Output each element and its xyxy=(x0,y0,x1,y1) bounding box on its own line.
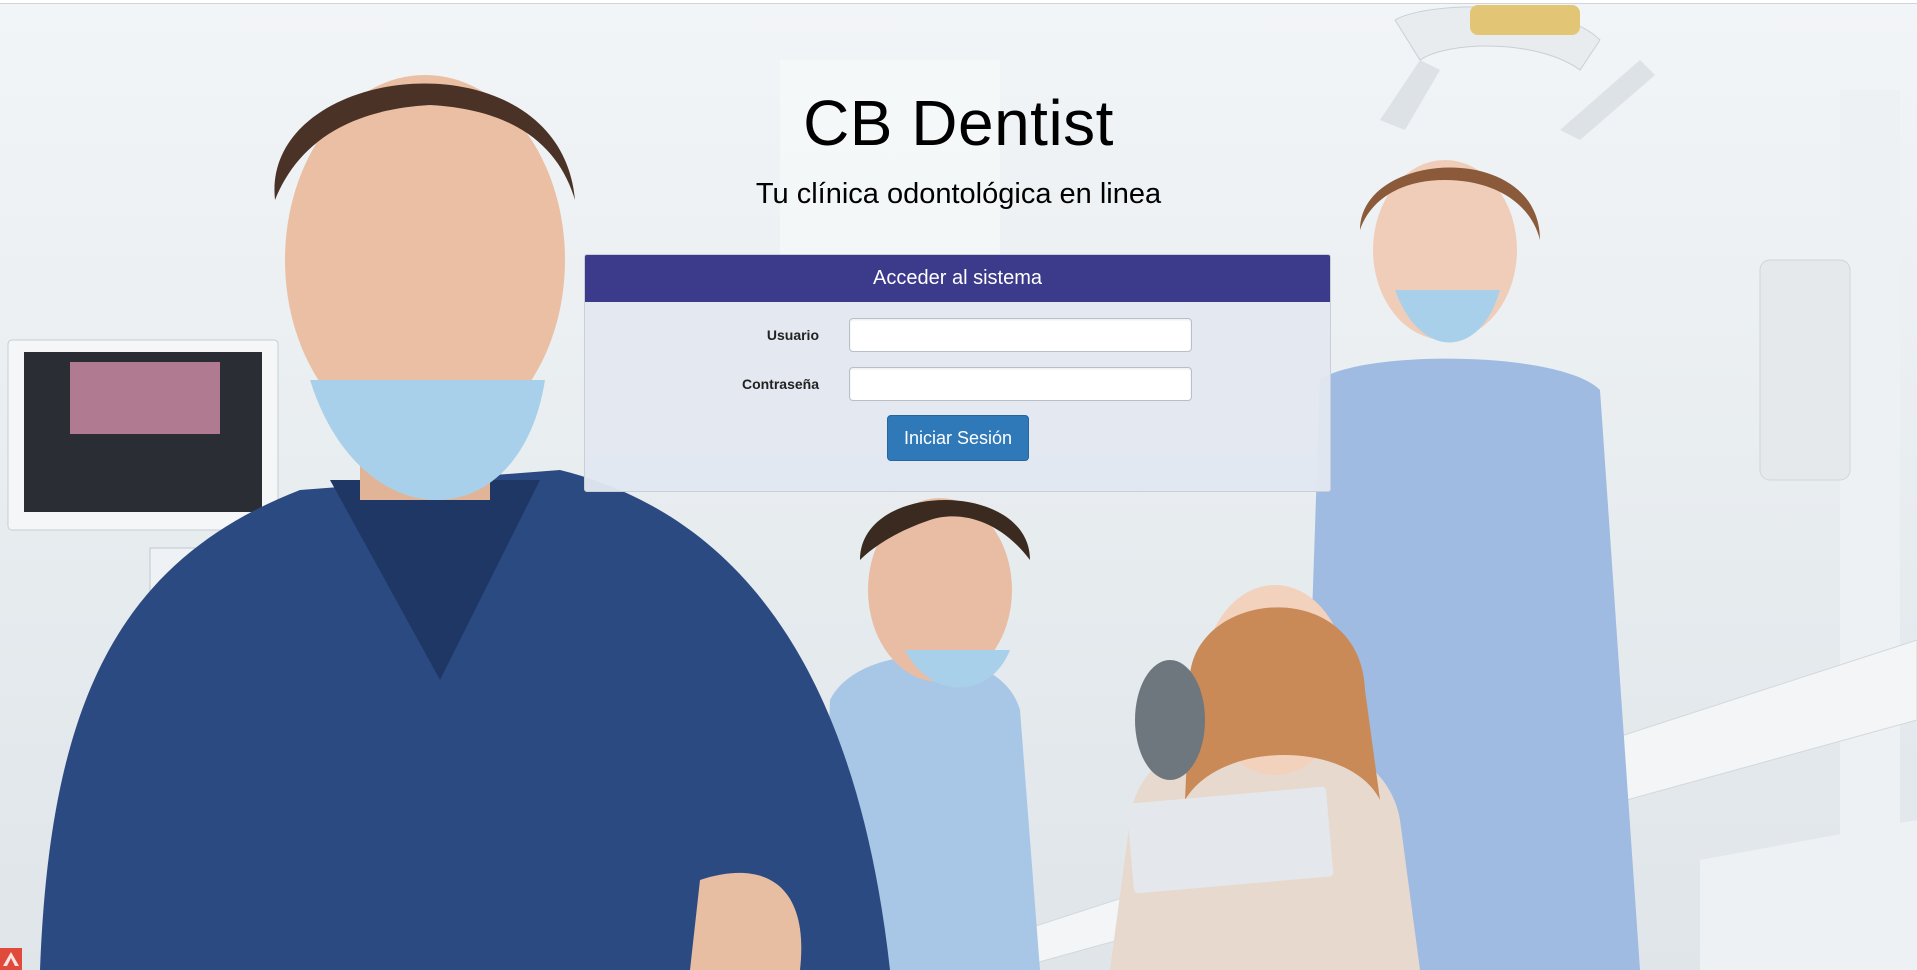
app-logo-icon xyxy=(0,948,22,970)
page-title: CB Dentist xyxy=(803,87,1114,159)
password-row: Contraseña xyxy=(585,367,1332,401)
username-label: Usuario xyxy=(766,327,819,343)
username-input[interactable] xyxy=(849,318,1192,352)
login-button[interactable]: Iniciar Sesión xyxy=(887,415,1029,461)
login-panel: Acceder al sistema Usuario Contraseña In… xyxy=(584,254,1331,492)
login-panel-heading: Acceder al sistema xyxy=(585,255,1330,302)
username-row: Usuario xyxy=(585,318,1332,352)
page-subtitle: Tu clínica odontológica en linea xyxy=(755,178,1162,210)
password-label: Contraseña xyxy=(741,376,819,392)
password-input[interactable] xyxy=(849,367,1192,401)
top-border xyxy=(0,0,1917,4)
